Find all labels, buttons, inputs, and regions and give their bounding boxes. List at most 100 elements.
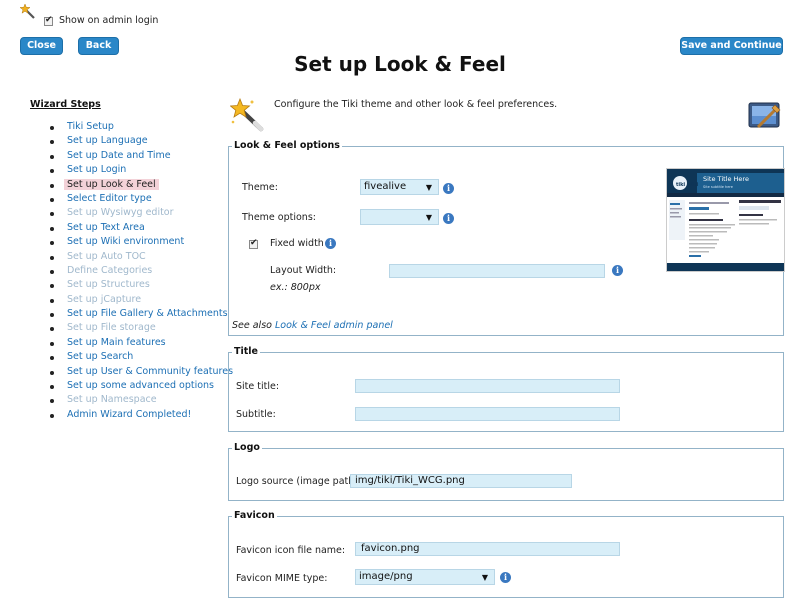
sidebar-step-item[interactable]: Set up Search	[34, 350, 233, 364]
layout-width-example: ex.: 800px	[270, 282, 321, 293]
fixed-width-label: Fixed width	[270, 238, 324, 249]
sidebar-step-item: Set up Wysiwyg editor	[34, 206, 233, 220]
sidebar-step-label: Set up Wysiwyg editor	[67, 207, 174, 219]
bullet-icon	[50, 241, 54, 246]
logo-source-label: Logo source (image path):	[236, 476, 362, 487]
theme-options-select[interactable]: ▼	[360, 209, 439, 225]
preview-logo-text: tiki wiki	[676, 182, 699, 188]
look-feel-legend: Look & Feel options	[232, 140, 342, 151]
sidebar-step-label: Set up Look & Feel	[64, 178, 159, 190]
sidebar-step-item: Set up File storage	[34, 321, 233, 335]
site-title-input[interactable]	[355, 379, 620, 393]
sidebar-step-item[interactable]: Select Editor type	[34, 192, 233, 206]
bullet-icon	[50, 399, 54, 404]
sidebar-step-label[interactable]: Set up Search	[67, 351, 133, 362]
sidebar-step-label[interactable]: Set up Login	[67, 164, 126, 175]
sidebar-step-label[interactable]: Set up File Gallery & Attachments	[67, 308, 228, 319]
sidebar-step-item[interactable]: Set up Login	[34, 163, 233, 177]
sidebar-step-label[interactable]: Set up some advanced options	[67, 380, 214, 391]
wizard-steps-list: Tiki Setup Set up Language Set up Date and…	[34, 120, 233, 422]
sidebar-step-label[interactable]: Tiki Setup	[67, 121, 114, 132]
bullet-icon	[50, 183, 54, 188]
bullet-icon	[50, 284, 54, 289]
bullet-icon	[50, 154, 54, 159]
logo-source-input[interactable]: img/tiki/Tiki_WCG.png	[350, 474, 572, 488]
sidebar-step-label[interactable]: Admin Wizard Completed!	[67, 409, 191, 420]
sidebar-step-item: Set up Namespace	[34, 393, 233, 407]
sidebar-step-label: Define Categories	[67, 264, 153, 276]
sidebar-step-item[interactable]: Set up Main features	[34, 336, 233, 350]
theme-options-label: Theme options:	[242, 212, 316, 223]
bullet-icon	[50, 226, 54, 231]
bullet-icon	[50, 341, 54, 346]
sidebar-step-label[interactable]: Set up Wiki environment	[67, 236, 184, 247]
chevron-down-icon: ▼	[425, 213, 432, 222]
bullet-icon	[50, 413, 54, 418]
subtitle-label: Subtitle:	[236, 409, 276, 420]
site-title-label: Site title:	[236, 381, 280, 392]
bullet-icon	[50, 370, 54, 375]
sidebar-step-item[interactable]: Set up Wiki environment	[34, 235, 233, 249]
layout-width-input[interactable]	[389, 264, 605, 278]
intro-text: Configure the Tiki theme and other look …	[274, 99, 558, 110]
see-also-text: See also Look & Feel admin panel	[232, 320, 393, 331]
sidebar-step-item[interactable]: Tiki Setup	[34, 120, 233, 134]
see-also-prefix: See also	[232, 320, 272, 331]
layout-width-info-icon[interactable]: i	[612, 265, 623, 276]
chevron-down-icon: ▼	[481, 573, 488, 582]
wand-icon	[229, 97, 264, 132]
look-feel-icon	[748, 101, 782, 131]
sidebar-step-label[interactable]: Set up User & Community features	[67, 366, 233, 377]
chevron-down-icon: ▼	[425, 183, 432, 192]
theme-select[interactable]: fivealive ▼	[360, 179, 439, 195]
sidebar-step-label[interactable]: Set up Main features	[67, 337, 166, 348]
preview-site-subtitle: Site subtitle here	[703, 185, 733, 189]
fixed-width-checkbox[interactable]	[249, 238, 258, 249]
preview-site-title: Site Title Here	[703, 175, 749, 183]
sidebar-step-item[interactable]: Set up User & Community features	[34, 365, 233, 379]
theme-preview-image: tiki wiki Site Title Here Site subtitle …	[666, 168, 785, 272]
sidebar-step-item[interactable]: Set up Language	[34, 134, 233, 148]
bullet-icon	[50, 255, 54, 260]
sidebar-step-item[interactable]: Set up File Gallery & Attachments	[34, 307, 233, 321]
favicon-mime-select[interactable]: image/png ▼	[355, 569, 495, 585]
bullet-icon	[50, 169, 54, 174]
show-on-login-checkbox[interactable]	[44, 15, 53, 26]
look-feel-admin-link[interactable]: Look & Feel admin panel	[275, 320, 393, 331]
favicon-file-label: Favicon icon file name:	[236, 545, 346, 556]
sidebar-step-label[interactable]: Select Editor type	[67, 193, 152, 204]
favicon-mime-label: Favicon MIME type:	[236, 573, 328, 584]
sidebar-step-item[interactable]: Set up Date and Time	[34, 149, 233, 163]
bullet-icon	[50, 356, 54, 361]
theme-label: Theme:	[242, 182, 278, 193]
favicon-file-input[interactable]: favicon.png	[355, 542, 620, 556]
sidebar-step-item: Set up Auto TOC	[34, 250, 233, 264]
sidebar-step-item: Define Categories	[34, 264, 233, 278]
sidebar-step-item[interactable]: Set up some advanced options	[34, 379, 233, 393]
sidebar-step-label: Set up jCapture	[67, 293, 142, 305]
sidebar-step-label[interactable]: Set up Date and Time	[67, 150, 171, 161]
favicon-mime-info-icon[interactable]: i	[500, 572, 511, 583]
bullet-icon	[50, 212, 54, 217]
show-on-login-label: Show on admin login	[59, 15, 159, 26]
sidebar-step-item[interactable]: Set up Text Area	[34, 221, 233, 235]
sidebar-step-label[interactable]: Set up Language	[67, 135, 148, 146]
favicon-fieldset: Favicon	[228, 510, 784, 598]
bullet-icon	[50, 298, 54, 303]
bullet-icon	[50, 126, 54, 130]
wizard-icon	[19, 3, 36, 20]
sidebar-step-label[interactable]: Set up Text Area	[67, 222, 145, 233]
theme-options-info-icon[interactable]: i	[443, 213, 454, 224]
page-title: Set up Look & Feel	[294, 52, 506, 76]
subtitle-input[interactable]	[355, 407, 620, 421]
sidebar-step-item[interactable]: Admin Wizard Completed!	[34, 408, 233, 422]
bullet-icon	[50, 327, 54, 332]
fixed-width-info-icon[interactable]: i	[325, 238, 336, 249]
favicon-mime-select-value: image/png	[359, 571, 413, 582]
bullet-icon	[50, 385, 54, 390]
sidebar-step-label: Set up Structures	[67, 279, 150, 291]
theme-info-icon[interactable]: i	[443, 183, 454, 194]
sidebar-step-item: Set up Look & Feel	[34, 178, 233, 192]
sidebar-step-label: Set up File storage	[67, 322, 156, 334]
bullet-icon	[50, 313, 54, 318]
